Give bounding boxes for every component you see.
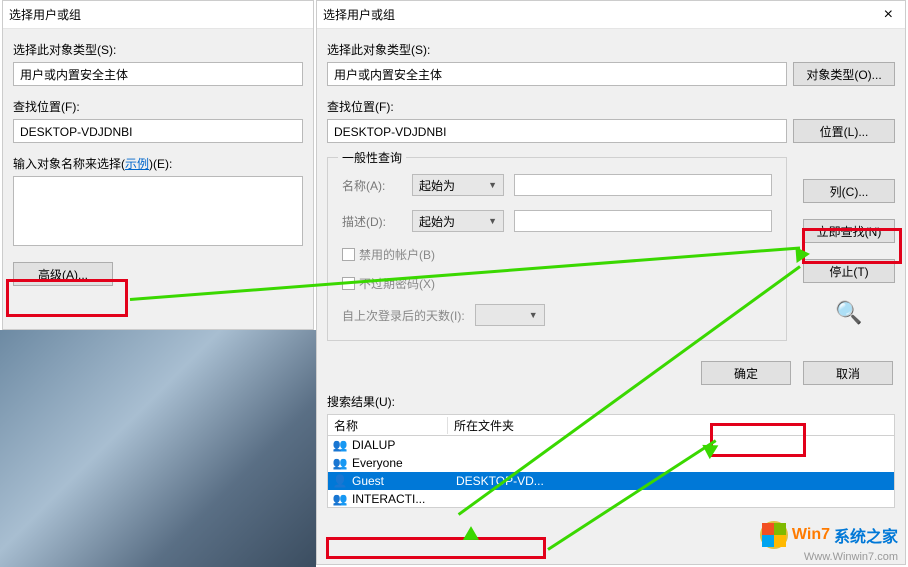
ok-button[interactable]: 确定 — [701, 361, 791, 385]
columns-button[interactable]: 列(C)... — [803, 179, 895, 203]
cancel-button[interactable]: 取消 — [803, 361, 893, 385]
disabled-accounts-label: 禁用的帐户(B) — [359, 246, 435, 263]
result-row-everyone[interactable]: 👥 Everyone — [328, 454, 894, 472]
group-icon: 👥 — [332, 491, 348, 507]
group-icon: 👥 — [332, 437, 348, 453]
object-types-button[interactable]: 对象类型(O)... — [793, 62, 895, 86]
group-icon: 👥 — [332, 455, 348, 471]
nonexpiring-password-label: 不过期密码(X) — [359, 275, 435, 292]
enter-names-label: 输入对象名称来选择(示例)(E): — [13, 155, 303, 172]
object-type-field: 用户或内置安全主体 — [13, 62, 303, 86]
titlebar[interactable]: 选择用户或组 × — [317, 1, 905, 29]
select-user-dialog-advanced: 选择用户或组 × 选择此对象类型(S): 用户或内置安全主体 对象类型(O)..… — [316, 0, 906, 565]
result-row-interacti...[interactable]: 👥 INTERACTI... — [328, 490, 894, 508]
stop-button[interactable]: 停止(T) — [803, 259, 895, 283]
object-names-input[interactable] — [13, 176, 303, 246]
description-matchtype-dropdown[interactable]: 起始为▼ — [412, 210, 504, 232]
result-name: Everyone — [352, 456, 452, 470]
common-queries-group: 一般性查询 名称(A): 起始为▼ 描述(D): 起始为▼ 禁用的帐户(B) — [327, 157, 787, 341]
find-now-button[interactable]: 立即查找(N) — [803, 219, 895, 243]
name-filter-label: 名称(A): — [342, 177, 402, 194]
days-since-logon-label: 自上次登录后的天数(I): — [342, 307, 465, 324]
location-label: 查找位置(F): — [13, 98, 303, 115]
result-row-guest[interactable]: 👤 Guest DESKTOP-VD... — [328, 472, 894, 490]
object-type-label: 选择此对象类型(S): — [13, 41, 303, 58]
result-folder: DESKTOP-VD... — [456, 474, 894, 488]
chevron-down-icon: ▼ — [488, 216, 497, 226]
result-row-dialup[interactable]: 👥 DIALUP — [328, 436, 894, 454]
description-filter-input[interactable] — [514, 210, 772, 232]
search-results-label: 搜索结果(U): — [327, 393, 895, 410]
name-filter-input[interactable] — [514, 174, 772, 196]
location-label: 查找位置(F): — [327, 98, 895, 115]
advanced-button[interactable]: 高级(A)... — [13, 262, 113, 286]
desktop-background — [0, 330, 316, 567]
results-list[interactable]: 👥 DIALUP 👥 Everyone 👤 Guest DESKTOP-VD... 👥 INTE… — [327, 436, 895, 508]
dialog-title: 选择用户或组 — [9, 6, 81, 23]
group-title: 一般性查询 — [338, 149, 406, 166]
select-user-dialog-basic: 选择用户或组 选择此对象类型(S): 用户或内置安全主体 查找位置(F): DE… — [2, 0, 314, 330]
disabled-accounts-checkbox[interactable] — [342, 248, 355, 261]
result-name: INTERACTI... — [352, 492, 452, 506]
result-name: Guest — [352, 474, 452, 488]
object-type-label: 选择此对象类型(S): — [327, 41, 895, 58]
dialog-title: 选择用户或组 — [323, 6, 395, 23]
column-folder[interactable]: 所在文件夹 — [448, 417, 894, 434]
chevron-down-icon: ▼ — [488, 180, 497, 190]
example-link[interactable]: 示例 — [125, 157, 149, 171]
name-matchtype-dropdown[interactable]: 起始为▼ — [412, 174, 504, 196]
magnifier-icon: 🔍 — [835, 300, 862, 326]
location-field: DESKTOP-VDJDNBI — [13, 119, 303, 143]
locations-button[interactable]: 位置(L)... — [793, 119, 895, 143]
titlebar[interactable]: 选择用户或组 — [3, 1, 313, 29]
close-icon[interactable]: × — [878, 6, 899, 24]
nonexpiring-password-checkbox[interactable] — [342, 277, 355, 290]
location-field: DESKTOP-VDJDNBI — [327, 119, 787, 143]
result-name: DIALUP — [352, 438, 452, 452]
user-icon: 👤 — [332, 473, 348, 489]
chevron-down-icon: ▼ — [529, 310, 538, 320]
object-type-field: 用户或内置安全主体 — [327, 62, 787, 86]
description-filter-label: 描述(D): — [342, 213, 402, 230]
results-header[interactable]: 名称 所在文件夹 — [327, 414, 895, 436]
column-name[interactable]: 名称 — [328, 417, 448, 434]
days-since-logon-dropdown[interactable]: ▼ — [475, 304, 545, 326]
